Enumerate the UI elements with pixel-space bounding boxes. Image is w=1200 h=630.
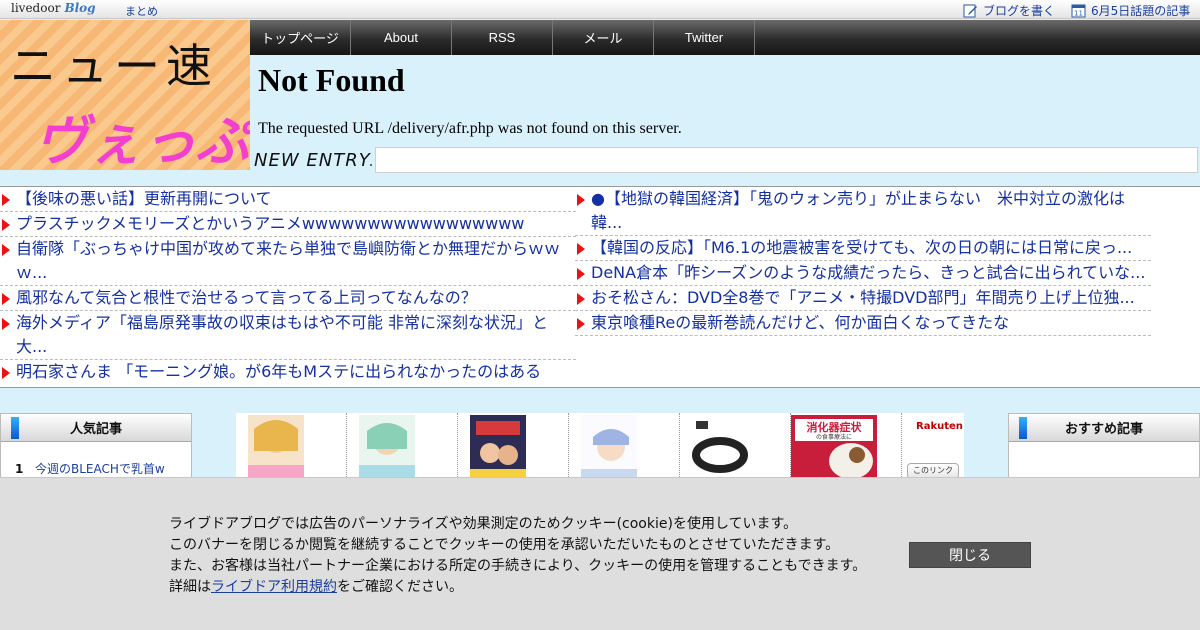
terms-link[interactable]: ライブドア利用規約 bbox=[211, 579, 337, 595]
heading-accent bbox=[11, 417, 19, 439]
article-list: 【後味の悪い話】更新再開について プラスチックメモリーズとかいうアニメwwwww… bbox=[0, 186, 1200, 388]
cookie-line: また、お客様は当社パートナー企業における所定の手続きにより、クッキーの使用を管理… bbox=[169, 558, 867, 574]
livedoor-topbar: livedoor Blog まとめ ブログを書く 11 6月5日話題の記事 bbox=[0, 0, 1200, 19]
nav-mail[interactable]: メール bbox=[553, 20, 654, 55]
close-button[interactable]: 閉じる bbox=[909, 542, 1031, 568]
error-title: Not Found bbox=[258, 62, 405, 98]
rakuten-ad[interactable]: Rakuten このリンク bbox=[902, 413, 963, 483]
article-link[interactable]: ●【地獄の韓国経済】「鬼のウォン売り」が止まらない 米中対立の激化は韓... bbox=[575, 187, 1151, 236]
topic-articles-link[interactable]: 11 6月5日話題の記事 bbox=[1071, 2, 1190, 19]
pet-food-image: 消化器症状 の食事療法に bbox=[791, 415, 877, 481]
article-link[interactable]: 【韓国の反応】「M6.1の地震被害を受けても、次の日の朝には日常に戻っ... bbox=[575, 236, 1151, 261]
product-item[interactable] bbox=[236, 413, 347, 483]
product-item[interactable] bbox=[458, 413, 569, 483]
article-link[interactable]: 東京喰種Reの最新巻読んだけど、何か面白くなってきたな bbox=[575, 311, 1151, 336]
svg-text:NEW ENTRY: NEW ENTRY bbox=[254, 150, 372, 171]
rank-article-link[interactable]: 今週のBLEACHで乳首w bbox=[35, 460, 165, 477]
manga-cover-image bbox=[581, 415, 637, 481]
livedoor-logo-text: livedoor bbox=[11, 1, 61, 15]
cookie-line: ライブドアブログでは広告のパーソナライズや効果測定のためクッキー(cookie)… bbox=[169, 516, 798, 532]
logo-line2: ヴぇっぷ bbox=[34, 110, 250, 170]
livedoor-blog-logo[interactable]: livedoor Blog bbox=[11, 1, 96, 15]
cookie-detail-prefix: 詳細は bbox=[169, 579, 211, 595]
cookie-line: このバナーを閉じるか閲覧を継続することでクッキーの使用を承認いただいたものとさせ… bbox=[169, 537, 840, 553]
rakuten-logo: Rakuten bbox=[916, 421, 963, 432]
article-link[interactable]: 自衛隊「ぶっちゃけ中国が攻めて来たら単独で島嶼防衛とか無理だからｗｗｗ... bbox=[0, 237, 576, 286]
heading-accent bbox=[1019, 417, 1027, 439]
popular-heading-label: 人気記事 bbox=[69, 422, 122, 437]
article-link[interactable]: プラスチックメモリーズとかいうアニメwwwwwwwwwwwwwwwww bbox=[0, 212, 576, 237]
list-item: 1 今週のBLEACHで乳首w bbox=[1, 442, 191, 477]
error-message: The requested URL /delivery/afr.php was … bbox=[258, 120, 682, 137]
blog-logo[interactable]: ニュー速 ヴぇっぷ bbox=[0, 20, 250, 170]
svg-text:消化器症状: 消化器症状 bbox=[807, 420, 863, 434]
nav-about[interactable]: About bbox=[351, 20, 452, 55]
manga-cover-image bbox=[359, 415, 415, 481]
manga-cover-image bbox=[248, 415, 304, 481]
recommend-heading-label: おすすめ記事 bbox=[1064, 422, 1143, 437]
product-ad-strip: 消化器症状 の食事療法に Rakuten このリンク bbox=[236, 413, 964, 483]
product-item[interactable]: 消化器症状 の食事療法に bbox=[791, 413, 902, 483]
article-link[interactable]: 海外メディア「福島原発事故の収束はもはや不可能 非常に深刻な状況」と大... bbox=[0, 311, 576, 360]
cookie-banner: ライブドアブログでは広告のパーソナライズや効果測定のためクッキー(cookie)… bbox=[0, 477, 1200, 630]
nav-twitter[interactable]: Twitter bbox=[654, 20, 755, 55]
article-link[interactable]: 明石家さんま 「モーニング娘。が6年もMステに出られなかったのはある部... bbox=[0, 360, 576, 387]
article-link[interactable]: 風邪なんて気合と根性で治せるって言ってる上司ってなんなの？ bbox=[0, 286, 576, 311]
matome-link[interactable]: まとめ bbox=[125, 3, 158, 19]
article-column-right: ●【地獄の韓国経済】「鬼のウォン売り」が止まらない 米中対立の激化は韓... 【… bbox=[575, 187, 1151, 336]
collar-product-image bbox=[692, 415, 748, 481]
article-link[interactable]: 【後味の悪い話】更新再開について bbox=[0, 187, 576, 212]
cookie-text: ライブドアブログでは広告のパーソナライズや効果測定のためクッキー(cookie)… bbox=[169, 514, 866, 598]
write-blog-label: ブログを書く bbox=[983, 4, 1056, 18]
product-item[interactable] bbox=[680, 413, 791, 483]
svg-text:の食事療法に: の食事療法に bbox=[816, 433, 852, 441]
manga-cover-image bbox=[470, 415, 526, 481]
article-column-left: 【後味の悪い話】更新再開について プラスチックメモリーズとかいうアニメwwwww… bbox=[0, 187, 576, 387]
write-blog-link[interactable]: ブログを書く bbox=[963, 2, 1055, 19]
popular-heading: 人気記事 bbox=[1, 414, 191, 442]
nav-top-page[interactable]: トップページ bbox=[250, 20, 351, 55]
nav-rss[interactable]: RSS bbox=[452, 20, 553, 55]
main-navbar: トップページ About RSS メール Twitter bbox=[250, 20, 1200, 55]
product-item[interactable] bbox=[569, 413, 680, 483]
calendar-icon: 11 bbox=[1071, 3, 1086, 18]
article-link[interactable]: おそ松さん：DVD全8巻で「アニメ・特撮DVD部門」年間売り上げ上位独... bbox=[575, 286, 1151, 311]
cookie-detail-suffix: をご確認ください。 bbox=[337, 579, 463, 595]
logo-line1: ニュー速 bbox=[10, 39, 218, 93]
rank-number: 1 bbox=[15, 461, 24, 476]
new-entry-heading: NEW ENTRY bbox=[254, 150, 372, 171]
entry-strip bbox=[375, 147, 1198, 173]
recommend-heading: おすすめ記事 bbox=[1009, 414, 1199, 442]
product-item[interactable] bbox=[347, 413, 458, 483]
svg-text:11: 11 bbox=[1074, 10, 1083, 18]
cookie-line: 詳細はライブドア利用規約をご確認ください。 bbox=[169, 577, 866, 598]
livedoor-logo-blog: Blog bbox=[64, 1, 96, 15]
pencil-icon bbox=[963, 3, 978, 18]
article-link[interactable]: DeNA倉本「昨シーズンのような成績だったら、きっと試合に出られていな... bbox=[575, 261, 1151, 286]
topic-articles-label: 6月5日話題の記事 bbox=[1091, 4, 1191, 18]
